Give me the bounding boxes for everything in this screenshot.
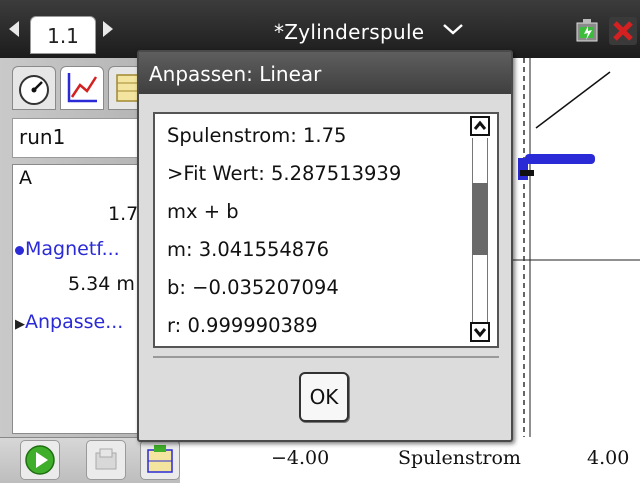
dialog-title: Anpassen: Linear [149,62,322,86]
page-tab[interactable]: 1.1 [30,16,96,54]
result-line: >Fit Wert: 5.287513939 [167,162,402,185]
battery-icon [576,19,598,42]
scroll-up-button[interactable] [470,116,490,136]
graph-icon [67,73,98,103]
current-value: 1.7 [108,203,139,225]
x-axis-label[interactable]: Spulenstrom [398,447,521,469]
chevron-up-icon [473,120,487,130]
result-line: Spulenstrom: 1.75 [167,124,347,147]
ok-button[interactable]: OK [299,372,349,422]
graph-tool-button[interactable] [140,440,180,480]
store-icon [95,448,117,470]
fit-label[interactable]: ▶Anpasse... [15,311,123,333]
fit-line [535,71,611,129]
play-button[interactable] [20,440,60,480]
x-axis-max-label: 4.00 [587,447,630,469]
x-axis-min-label: −4.00 [271,447,330,469]
graph-tool-icon [147,445,173,473]
series-marker-icon [15,246,24,255]
result-line: b: −0.035207094 [167,276,339,299]
fit-label-text: Anpasse... [25,311,124,333]
scroll-down-button[interactable] [470,322,490,342]
scroll-thumb[interactable] [472,182,488,255]
curve-fit-dialog: Anpassen: Linear Spulenstrom: 1.75 >Fit … [137,50,513,442]
magnet-sensor-label-text: Magnetf... [25,238,120,260]
result-line: mx + b [167,200,239,223]
divider [153,356,499,358]
magnet-sensor-label[interactable]: Magnetf... [15,238,120,260]
result-line: m: 3.041554876 [167,238,330,261]
gauge-icon [19,75,49,105]
tab-graph[interactable] [60,66,104,110]
tab-meter[interactable] [12,66,56,110]
chevron-down-icon[interactable] [442,22,464,36]
magnet-value: 5.34 m [68,273,135,295]
store-button[interactable] [86,440,126,480]
fit-results-list[interactable]: Spulenstrom: 1.75 >Fit Wert: 5.287513939… [153,112,499,348]
result-line: r: 0.999990389 [167,314,318,337]
meter-panel: run1 A 1.7 Magnetf... 5.34 m ▶Anpasse... [0,58,172,458]
document-title[interactable]: *Zylinderspule [274,20,424,44]
next-page-arrow-icon[interactable] [103,21,113,37]
play-icon [25,445,55,475]
dialog-titlebar: Anpassen: Linear [139,52,511,94]
expand-triangle-icon: ▶ [15,317,25,332]
scrollbar[interactable] [470,116,492,344]
meter-header: A [19,167,32,189]
previous-page-arrow-icon[interactable] [9,21,19,37]
chevron-down-icon [473,328,487,338]
close-icon[interactable] [608,16,638,46]
